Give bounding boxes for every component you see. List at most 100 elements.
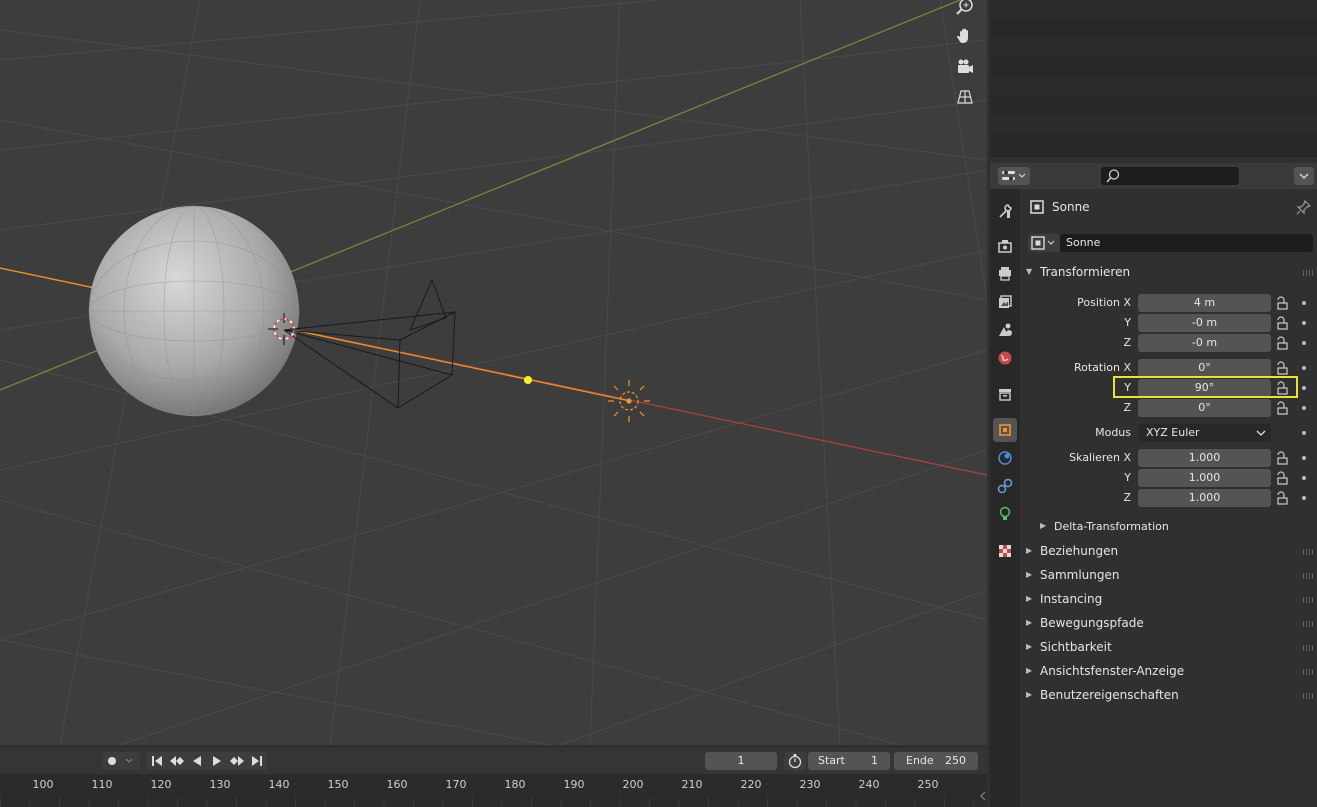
outliner-row[interactable] (990, 95, 1317, 114)
scale-x-label: Skalieren X (1069, 451, 1131, 464)
play-reverse-icon[interactable] (187, 752, 207, 770)
unlock-icon[interactable] (1273, 359, 1291, 377)
object-name-field[interactable]: Sonne (1060, 234, 1313, 252)
3d-viewport[interactable] (0, 0, 987, 745)
unlock-icon[interactable] (1273, 334, 1291, 352)
drag-grip-icon[interactable] (1303, 645, 1315, 651)
world-tab-icon[interactable] (993, 346, 1017, 370)
position-z-label: Z (1123, 336, 1131, 349)
outliner-row[interactable] (990, 133, 1317, 152)
editor-type-dropdown[interactable] (998, 167, 1030, 185)
keyframe-dot[interactable] (1302, 366, 1306, 370)
frame-tick-label: 110 (91, 778, 113, 791)
keyframe-dot[interactable] (1302, 431, 1306, 435)
outliner-row[interactable] (990, 57, 1317, 76)
unlock-icon[interactable] (1273, 314, 1291, 332)
pin-icon[interactable] (1296, 199, 1312, 215)
scale-y-field[interactable]: 1.000 (1138, 469, 1271, 487)
panel-relations-header[interactable]: ▶ Beziehungen (1020, 541, 1317, 563)
frame-ruler[interactable]: 100 110 120 130 140 150 160 170 180 190 … (0, 774, 987, 807)
view-layer-tab-icon[interactable] (993, 290, 1017, 314)
preview-range-toggle[interactable] (784, 752, 806, 770)
start-frame-field[interactable]: Start 1 (808, 752, 890, 770)
sun-light-object (608, 380, 650, 422)
position-z-field[interactable]: -0 m (1138, 334, 1271, 352)
texture-tab-icon[interactable] (993, 539, 1017, 563)
light-data-tab-icon[interactable] (993, 502, 1017, 526)
panel-transform-header[interactable]: ▼ Transformieren (1020, 262, 1317, 284)
keyframe-dot[interactable] (1302, 476, 1306, 480)
jump-to-end-icon[interactable] (247, 752, 267, 770)
unlock-icon[interactable] (1273, 294, 1291, 312)
keyframe-dot[interactable] (1302, 321, 1306, 325)
viewport-scene[interactable] (0, 0, 987, 745)
keyframe-dot[interactable] (1302, 386, 1306, 390)
subpanel-delta-transform[interactable]: ▶ Delta-Transformation (1034, 517, 1304, 537)
outliner-panel[interactable] (990, 0, 1317, 157)
unlock-icon[interactable] (1273, 399, 1291, 417)
end-frame-field[interactable]: Ende 250 (894, 752, 978, 770)
position-y-field[interactable]: -0 m (1138, 314, 1271, 332)
outliner-row[interactable] (990, 38, 1317, 57)
play-icon[interactable] (207, 752, 227, 770)
panel-visibility-header[interactable]: ▶ Sichtbarkeit (1020, 637, 1317, 659)
collection-tab-icon[interactable] (993, 382, 1017, 406)
render-tab-icon[interactable] (993, 234, 1017, 258)
chevron-left-icon[interactable] (978, 790, 988, 802)
outliner-row[interactable] (990, 114, 1317, 133)
ortho-grid-icon[interactable] (953, 85, 977, 109)
drag-grip-icon[interactable] (1303, 669, 1315, 675)
next-keyframe-icon[interactable] (227, 752, 247, 770)
unlock-icon[interactable] (1273, 469, 1291, 487)
frame-tick-label: 150 (327, 778, 349, 791)
output-tab-icon[interactable] (993, 262, 1017, 286)
search-input[interactable] (1101, 167, 1239, 185)
rotation-z-field[interactable]: 0° (1138, 399, 1271, 417)
frame-tick-label: 130 (209, 778, 231, 791)
tool-tab-icon[interactable] (993, 199, 1017, 223)
keyframe-dot[interactable] (1302, 496, 1306, 500)
object-data-dropdown[interactable] (1028, 234, 1060, 252)
scale-z-field[interactable]: 1.000 (1138, 489, 1271, 507)
scene-tab-icon[interactable] (993, 318, 1017, 342)
jump-to-start-icon[interactable] (147, 752, 167, 770)
outliner-row[interactable] (990, 19, 1317, 38)
previous-keyframe-icon[interactable] (167, 752, 187, 770)
keyframe-dot[interactable] (1302, 301, 1306, 305)
drag-grip-icon[interactable] (1303, 549, 1315, 555)
timeline-editor[interactable]: 1 Start 1 Ende 250 100 110 120 130 140 1… (0, 748, 987, 807)
drag-grip-icon[interactable] (1303, 270, 1315, 276)
rotation-x-field[interactable]: 0° (1138, 359, 1271, 377)
current-frame-field[interactable]: 1 (705, 752, 777, 770)
drag-grip-icon[interactable] (1303, 597, 1315, 603)
options-dropdown[interactable] (1294, 167, 1314, 185)
camera-view-icon[interactable] (953, 55, 977, 79)
constraints-tab-icon[interactable] (993, 474, 1017, 498)
rotation-mode-select[interactable]: XYZ Euler (1138, 424, 1271, 442)
panel-motion-paths-header[interactable]: ▶ Bewegungspfade (1020, 613, 1317, 635)
outliner-row[interactable] (990, 76, 1317, 95)
object-tab-icon[interactable] (993, 418, 1017, 442)
auto-keying-toggle[interactable] (102, 752, 140, 770)
keyframe-dot[interactable] (1302, 456, 1306, 460)
panel-instancing-header[interactable]: ▶ Instancing (1020, 589, 1317, 611)
keyframe-dot[interactable] (1302, 406, 1306, 410)
pan-hand-icon[interactable] (953, 24, 977, 48)
scale-x-field[interactable]: 1.000 (1138, 449, 1271, 467)
panel-collections-header[interactable]: ▶ Sammlungen (1020, 565, 1317, 587)
unlock-icon[interactable] (1273, 449, 1291, 467)
outliner-row[interactable] (990, 0, 1317, 19)
drag-grip-icon[interactable] (1303, 621, 1315, 627)
panel-viewport-display-header[interactable]: ▶ Ansichtsfenster-Anzeige (1020, 661, 1317, 683)
panel-custom-properties-header[interactable]: ▶ Benutzereigenschaften (1020, 685, 1317, 707)
frame-tick-label: 100 (32, 778, 54, 791)
drag-grip-icon[interactable] (1303, 693, 1315, 699)
physics-tab-icon[interactable] (993, 446, 1017, 470)
zoom-icon[interactable] (953, 0, 977, 19)
position-x-label: Position X (1077, 296, 1131, 309)
drag-grip-icon[interactable] (1303, 573, 1315, 579)
scale-z-label: Z (1123, 491, 1131, 504)
keyframe-dot[interactable] (1302, 341, 1306, 345)
unlock-icon[interactable] (1273, 489, 1291, 507)
position-x-field[interactable]: 4 m (1138, 294, 1271, 312)
